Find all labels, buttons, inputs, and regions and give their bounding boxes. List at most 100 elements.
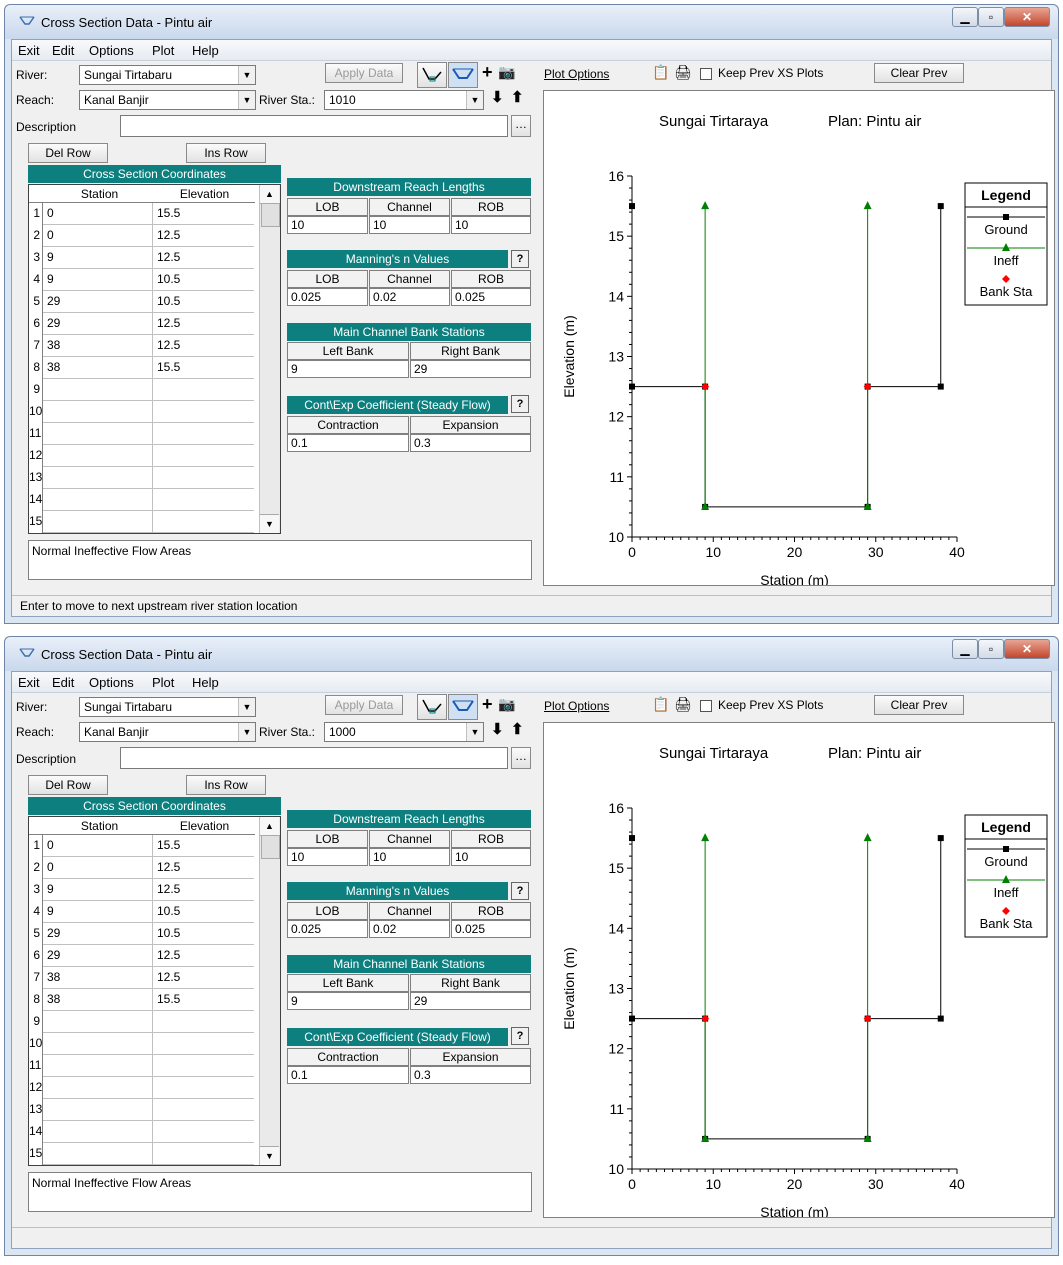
arrow-down-icon[interactable]: ⬇ [491, 720, 504, 738]
station-cell[interactable]: 38 [45, 335, 153, 357]
station-cell[interactable]: 29 [45, 313, 153, 335]
station-cell[interactable]: 38 [45, 967, 153, 989]
menu-help[interactable]: Help [192, 675, 219, 690]
table-row[interactable]: 15 [29, 511, 254, 533]
add-plus-icon[interactable]: + [482, 62, 493, 83]
n-lob-input[interactable]: 0.025 [287, 920, 368, 938]
ineffective-areas-box[interactable]: Normal Ineffective Flow Areas [28, 1172, 532, 1212]
table-row[interactable]: 7 38 12.5 [29, 967, 254, 989]
table-row[interactable]: 13 [29, 467, 254, 489]
station-cell[interactable]: 29 [45, 945, 153, 967]
table-row[interactable]: 14 [29, 1121, 254, 1143]
station-cell[interactable] [45, 1055, 153, 1077]
n-channel-input[interactable]: 0.02 [369, 288, 450, 306]
elevation-cell[interactable]: 10.5 [154, 923, 254, 945]
table-row[interactable]: 1 0 15.5 [29, 835, 254, 857]
description-input[interactable] [120, 115, 508, 137]
elevation-cell[interactable]: 12.5 [154, 967, 254, 989]
station-cell[interactable]: 9 [45, 247, 153, 269]
ineffective-areas-box[interactable]: Normal Ineffective Flow Areas [28, 540, 532, 580]
reach-lob-input[interactable]: 10 [287, 216, 368, 234]
maximize-button[interactable]: ▫ [978, 639, 1004, 659]
n-rob-input[interactable]: 0.025 [451, 920, 531, 938]
menu-options[interactable]: Options [89, 675, 134, 690]
elevation-cell[interactable] [154, 379, 254, 401]
elevation-cell[interactable] [154, 467, 254, 489]
station-cell[interactable]: 9 [45, 879, 153, 901]
scroll-up-icon[interactable]: ▲ [260, 817, 279, 836]
reach-channel-input[interactable]: 10 [369, 848, 450, 866]
table-row[interactable]: 3 9 12.5 [29, 247, 254, 269]
station-cell[interactable]: 0 [45, 857, 153, 879]
table-row[interactable]: 13 [29, 1099, 254, 1121]
table-row[interactable]: 12 [29, 1077, 254, 1099]
elevation-cell[interactable] [154, 1077, 254, 1099]
river-sta-select[interactable]: 1000 ▼ [324, 722, 484, 742]
station-cell[interactable] [45, 467, 153, 489]
elevation-cell[interactable] [154, 1011, 254, 1033]
left-bank-input[interactable]: 9 [287, 360, 409, 378]
table-row[interactable]: 10 [29, 1033, 254, 1055]
station-cell[interactable] [45, 423, 153, 445]
station-cell[interactable] [45, 1121, 153, 1143]
table-row[interactable]: 8 38 15.5 [29, 357, 254, 379]
river-select[interactable]: Sungai Tirtabaru ▼ [79, 65, 256, 85]
left-bank-input[interactable]: 9 [287, 992, 409, 1010]
elevation-cell[interactable]: 10.5 [154, 901, 254, 923]
coef-help-button[interactable]: ? [511, 395, 529, 413]
manning-help-button[interactable]: ? [511, 250, 529, 268]
station-cell[interactable]: 0 [45, 225, 153, 247]
plot-options-link[interactable]: Plot Options [544, 67, 609, 81]
menu-exit[interactable]: Exit [18, 675, 40, 690]
station-cell[interactable]: 29 [45, 291, 153, 313]
river-select[interactable]: Sungai Tirtabaru ▼ [79, 697, 256, 717]
keep-prev-checkbox[interactable] [700, 700, 712, 712]
elevation-cell[interactable]: 12.5 [154, 857, 254, 879]
elevation-cell[interactable] [154, 1099, 254, 1121]
station-cell[interactable]: 0 [45, 835, 153, 857]
plot-options-link[interactable]: Plot Options [544, 699, 609, 713]
station-cell[interactable]: 0 [45, 203, 153, 225]
scroll-up-icon[interactable]: ▲ [260, 185, 279, 204]
menu-edit[interactable]: Edit [52, 675, 74, 690]
elevation-cell[interactable] [154, 1121, 254, 1143]
elevation-cell[interactable]: 12.5 [154, 335, 254, 357]
menu-plot[interactable]: Plot [152, 43, 174, 58]
elevation-cell[interactable] [154, 401, 254, 423]
table-row[interactable]: 5 29 10.5 [29, 923, 254, 945]
reach-lob-input[interactable]: 10 [287, 848, 368, 866]
n-rob-input[interactable]: 0.025 [451, 288, 531, 306]
station-cell[interactable]: 29 [45, 923, 153, 945]
camera-icon[interactable]: 📷 [498, 64, 515, 81]
coef-help-button[interactable]: ? [511, 1027, 529, 1045]
table-row[interactable]: 11 [29, 1055, 254, 1077]
table-row[interactable]: 4 9 10.5 [29, 269, 254, 291]
right-bank-input[interactable]: 29 [410, 360, 531, 378]
menu-help[interactable]: Help [192, 43, 219, 58]
table-row[interactable]: 9 [29, 1011, 254, 1033]
contraction-input[interactable]: 0.1 [287, 434, 409, 452]
elevation-cell[interactable]: 15.5 [154, 835, 254, 857]
print-icon[interactable]: 🖨 [674, 696, 692, 713]
reach-rob-input[interactable]: 10 [451, 216, 531, 234]
table-row[interactable]: 3 9 12.5 [29, 879, 254, 901]
close-button[interactable]: ✕ [1004, 639, 1050, 659]
print-icon[interactable]: 🖨 [674, 64, 692, 81]
station-cell[interactable] [45, 1033, 153, 1055]
elevation-cell[interactable]: 12.5 [154, 945, 254, 967]
xs-view-button[interactable] [448, 62, 478, 88]
elevation-cell[interactable]: 15.5 [154, 203, 254, 225]
xs-view-button[interactable] [448, 694, 478, 720]
elevation-cell[interactable]: 10.5 [154, 269, 254, 291]
arrow-down-icon[interactable]: ⬇ [491, 88, 504, 106]
table-row[interactable]: 15 [29, 1143, 254, 1165]
keep-prev-checkbox[interactable] [700, 68, 712, 80]
reach-rob-input[interactable]: 10 [451, 848, 531, 866]
ins-row-button[interactable]: Ins Row [186, 775, 266, 795]
contraction-input[interactable]: 0.1 [287, 1066, 409, 1084]
station-cell[interactable] [45, 489, 153, 511]
station-cell[interactable] [45, 1099, 153, 1121]
station-cell[interactable] [45, 401, 153, 423]
menu-exit[interactable]: Exit [18, 43, 40, 58]
close-button[interactable]: ✕ [1004, 7, 1050, 27]
